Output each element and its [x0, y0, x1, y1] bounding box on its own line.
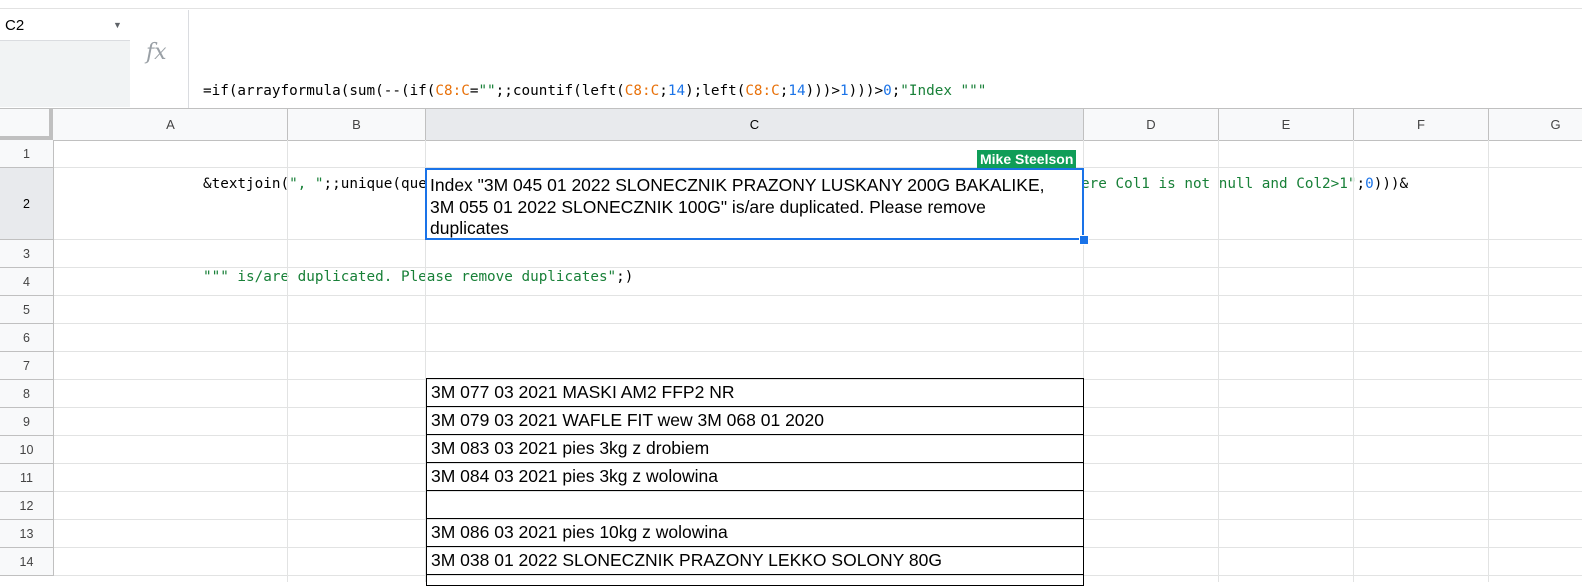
cell-c10[interactable]: 3M 083 03 2021 pies 3kg z drobiem — [426, 434, 1084, 463]
cell-c12[interactable] — [426, 490, 1084, 519]
cell-c2-line: 3M 055 01 2022 SLONECZNIK 100G" is/are d… — [430, 196, 986, 217]
formula-token: C8:C — [435, 83, 470, 99]
gridline — [287, 140, 288, 582]
cell-c14[interactable]: 3M 038 01 2022 SLONECZNIK PRAZONY LEKKO … — [426, 546, 1084, 575]
formula-token: ", " — [289, 176, 324, 192]
cell-c11[interactable]: 3M 084 03 2021 pies 3kg z wolowina — [426, 462, 1084, 491]
cell-c15[interactable] — [426, 574, 1084, 586]
formula-token: ;;countif(left( — [495, 83, 625, 99]
row-header-8[interactable]: 8 — [0, 380, 54, 408]
formula-token: );left( — [685, 83, 746, 99]
row-header-10[interactable]: 10 — [0, 436, 54, 464]
formula-token: C8:C — [745, 83, 780, 99]
name-box-value: C2 — [5, 17, 25, 34]
formula-token: C8:C — [624, 83, 660, 99]
row-header-14[interactable]: 14 — [0, 548, 54, 576]
column-header-d[interactable]: D — [1084, 109, 1219, 140]
formula-token: )))> — [805, 83, 841, 99]
gridline — [1353, 140, 1354, 582]
column-header-g[interactable]: G — [1489, 109, 1582, 140]
formula-token: &textjoin( — [203, 176, 290, 192]
formula-token: =if(arrayformula(sum(--(if( — [203, 83, 436, 99]
row-header-6[interactable]: 6 — [0, 324, 54, 352]
formula-token: 14 — [667, 83, 686, 99]
formula-token: 0 — [1365, 176, 1374, 192]
formula-token: "" — [478, 83, 496, 99]
cell-c2-line: duplicates — [430, 218, 509, 238]
collaborator-tag: Mike Steelson — [977, 150, 1077, 168]
cell-c9[interactable]: 3M 079 03 2021 WAFLE FIT wew 3M 068 01 2… — [426, 406, 1084, 435]
row-header-13[interactable]: 13 — [0, 520, 54, 548]
row-header-12[interactable]: 12 — [0, 492, 54, 520]
select-all-corner[interactable] — [0, 109, 53, 140]
row-header-11[interactable]: 11 — [0, 464, 54, 492]
name-box-filler — [0, 41, 131, 107]
column-header-f[interactable]: F — [1354, 109, 1489, 140]
row-header-4[interactable]: 4 — [0, 268, 54, 296]
column-header-a[interactable]: A — [54, 109, 288, 140]
row-header-3[interactable]: 3 — [0, 240, 54, 268]
toolbar-divider — [0, 8, 1582, 9]
gridline — [1488, 140, 1489, 582]
row-header-5[interactable]: 5 — [0, 296, 54, 324]
column-header-e[interactable]: E — [1219, 109, 1354, 140]
formula-token: )))> — [848, 83, 884, 99]
formula-token: ; — [1356, 176, 1366, 192]
gridline — [1218, 140, 1219, 582]
row-header-7[interactable]: 7 — [0, 352, 54, 380]
formula-token: 14 — [788, 83, 806, 99]
formula-line-1: =if(arrayformula(sum(--(if(C8:C="";;coun… — [203, 76, 1408, 107]
row-header-1[interactable]: 1 — [0, 140, 54, 168]
cell-c2-selected[interactable]: Index "3M 045 01 2022 SLONECZNIK PRAZONY… — [425, 168, 1084, 240]
formula-token: )))& — [1373, 176, 1409, 192]
function-icon: fx — [146, 40, 167, 65]
formula-token: 1 — [840, 83, 849, 99]
cell-c2-line: Index "3M 045 01 2022 SLONECZNIK PRAZONY… — [430, 175, 1045, 195]
chevron-down-icon[interactable]: ▼ — [113, 20, 122, 30]
formula-token: "Index """ — [900, 83, 987, 99]
name-box[interactable]: C2 ▼ — [0, 10, 131, 41]
cell-c8[interactable]: 3M 077 03 2021 MASKI AM2 FFP2 NR — [426, 378, 1084, 407]
column-header-c[interactable]: C — [426, 109, 1084, 140]
formula-token: """ is/are duplicated. Please remove dup… — [203, 269, 617, 285]
column-header-b[interactable]: B — [288, 109, 426, 140]
formula-token: 0 — [883, 83, 892, 99]
row-header-2[interactable]: 2 — [0, 168, 54, 240]
fill-handle[interactable] — [1079, 235, 1089, 245]
row-header-9[interactable]: 9 — [0, 408, 54, 436]
formula-token: ; — [659, 83, 668, 99]
cell-c13[interactable]: 3M 086 03 2021 pies 10kg z wolowina — [426, 518, 1084, 547]
formula-token: ;) — [616, 269, 634, 285]
formula-token: ; — [891, 83, 901, 99]
